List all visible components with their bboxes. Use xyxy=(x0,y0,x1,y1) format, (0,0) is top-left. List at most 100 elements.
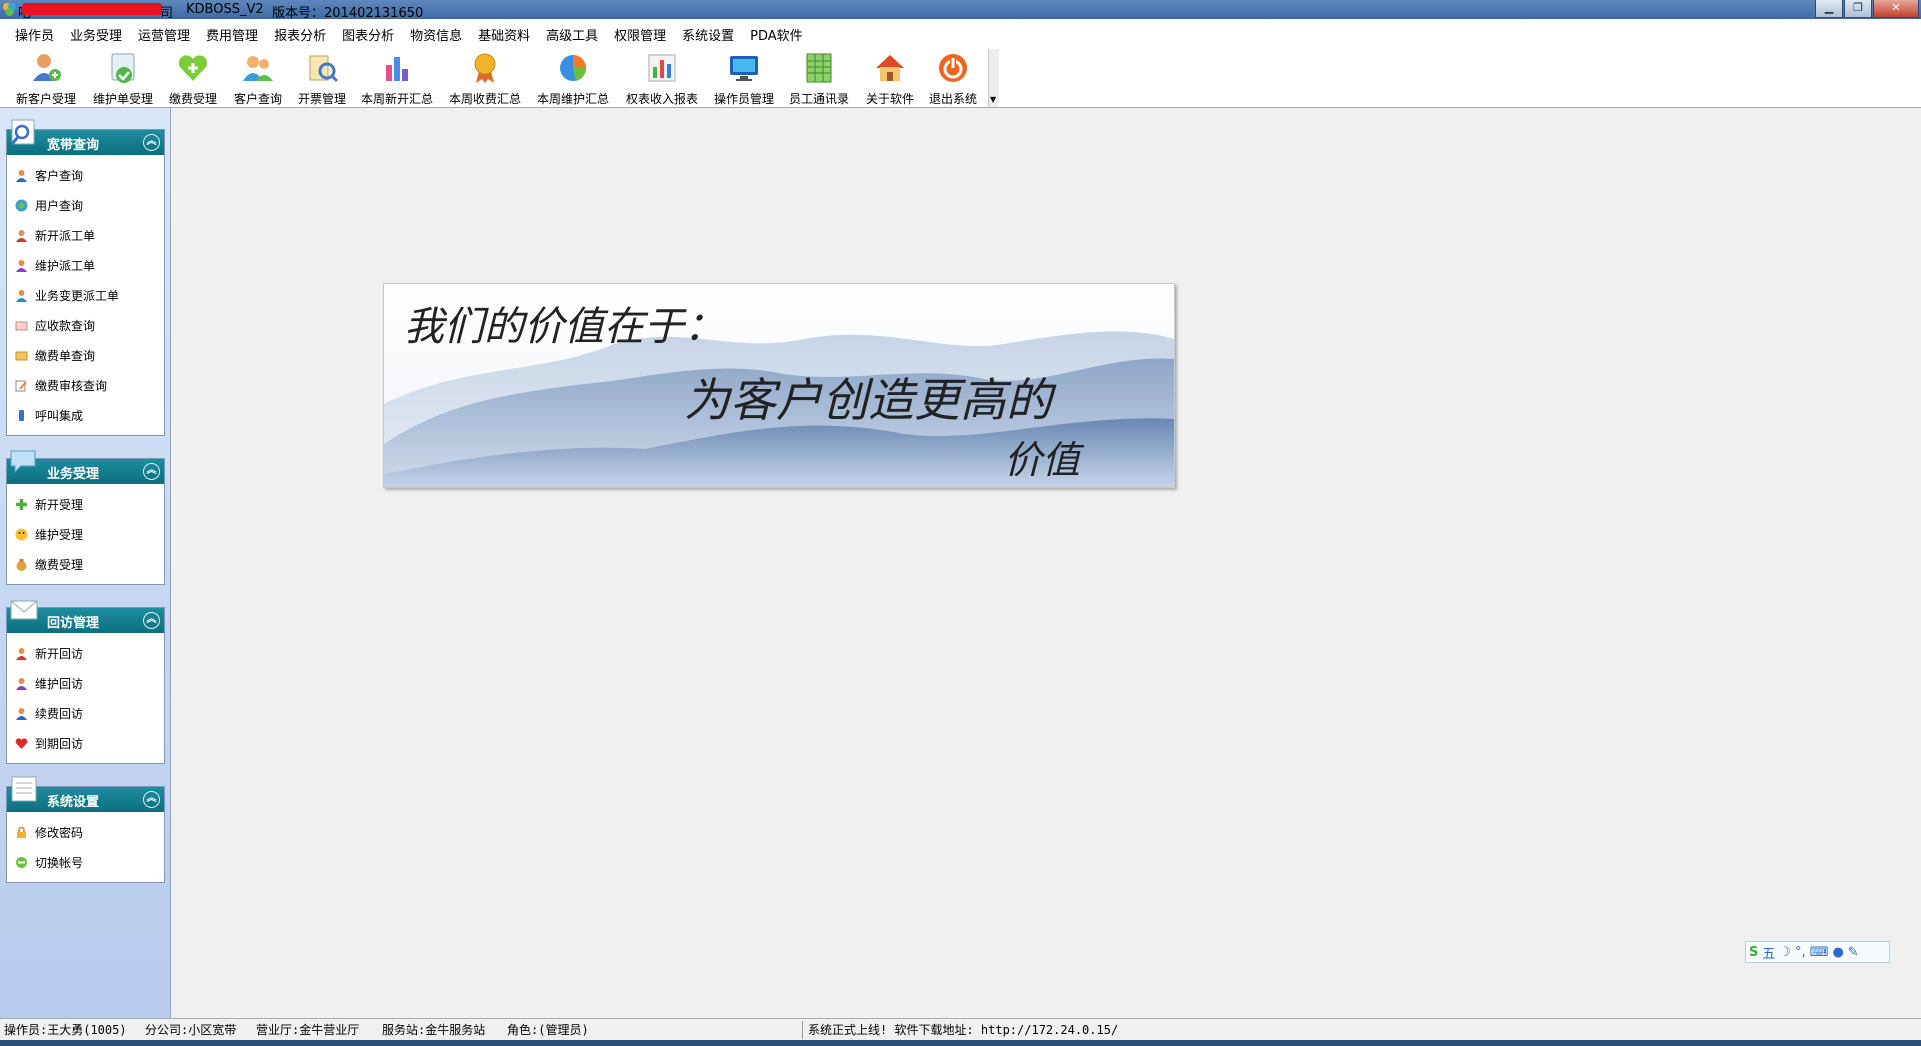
toolbar-staff-directory-button[interactable]: 员工通讯录 xyxy=(789,51,849,107)
menu-reports[interactable]: 报表分析 xyxy=(274,25,326,44)
ime-toolbar[interactable]: S 五 ☽ °, ⌨ ● ✎ xyxy=(1745,941,1890,963)
sidebar-item-maintenance-callback[interactable]: 维护回访 xyxy=(7,669,164,699)
menu-charts[interactable]: 图表分析 xyxy=(342,25,394,44)
sidebar-item-switch-account[interactable]: 切换帐号 xyxy=(7,848,164,878)
pie-chart-icon xyxy=(560,55,587,81)
moon-icon[interactable]: ☽ xyxy=(1779,945,1791,960)
sidebar-item-payment-slip-query[interactable]: 缴费单查询 xyxy=(7,341,164,371)
collapse-icon[interactable]: ︽ xyxy=(143,463,160,480)
toolbar-label: 新客户受理 xyxy=(16,92,77,106)
toolbar-income-report-button[interactable]: 权表收入报表 xyxy=(626,51,698,107)
menu-operator[interactable]: 操作员 xyxy=(15,25,54,44)
toolbar-invoice-button[interactable]: 开票管理 xyxy=(298,51,346,107)
maximize-button[interactable]: ❐ xyxy=(1844,0,1872,18)
toolbar-weekly-fee-summary-button[interactable]: 本周收费汇总 xyxy=(449,51,521,107)
group-header[interactable]: 系统设置 ︽ xyxy=(7,776,164,812)
sidebar-item-customer-query[interactable]: 客户查询 xyxy=(7,161,164,191)
redacted-company-name xyxy=(22,3,162,15)
toolbar-customer-query-button[interactable]: 客户查询 xyxy=(234,51,282,107)
menu-fees[interactable]: 费用管理 xyxy=(206,25,258,44)
toolbar-weekly-maintenance-summary-button[interactable]: 本周维护汇总 xyxy=(537,51,609,107)
sidebar-item-maintenance-dispatch[interactable]: 维护派工单 xyxy=(7,251,164,281)
title-bar: 吧 司 KDBOSS_V2 版本号：201402131650 ▁ ❐ ✕ xyxy=(0,0,1921,21)
coins-icon xyxy=(15,351,28,361)
globe-user-icon xyxy=(15,199,28,212)
power-icon xyxy=(939,54,967,82)
toolbar-overflow-arrow-icon[interactable]: ▼ xyxy=(990,95,996,104)
toolbar-operator-management-button[interactable]: 操作员管理 xyxy=(714,51,774,107)
toolbar-label: 本周维护汇总 xyxy=(537,92,610,106)
group-header[interactable]: 回访管理 ︽ xyxy=(7,600,164,633)
menu-business[interactable]: 业务受理 xyxy=(70,25,122,44)
smiley-icon xyxy=(15,528,28,541)
toolbar-label: 员工通讯录 xyxy=(789,92,850,106)
toolbar-label: 开票管理 xyxy=(298,92,347,106)
user-icon xyxy=(16,170,27,182)
group-title: 业务受理 xyxy=(47,467,100,482)
toolbar-label: 本周收费汇总 xyxy=(449,92,522,106)
status-bar: 操作员:王大勇(1005) 分公司:小区宽带 营业厅:金牛营业厅 服务站:金牛服… xyxy=(0,1018,1921,1041)
sidebar-item-payment-acceptance[interactable]: 缴费受理 xyxy=(7,550,164,580)
sidebar-group-business: 业务受理 ︽ 新开受理 维护受理 缴费受理 xyxy=(6,450,165,585)
sogou-s-icon[interactable]: S xyxy=(1749,945,1758,960)
menu-basic-data[interactable]: 基础资料 xyxy=(478,25,530,44)
sidebar-item-new-dispatch[interactable]: 新开派工单 xyxy=(7,221,164,251)
toolbar-payment-button[interactable]: 缴费受理 xyxy=(169,51,217,107)
group-title: 宽带查询 xyxy=(47,138,100,153)
sidebar-item-new-callback[interactable]: 新开回访 xyxy=(7,639,164,669)
sidebar-item-change-dispatch[interactable]: 业务变更派工单 xyxy=(7,281,164,311)
sidebar-item-maintenance-acceptance[interactable]: 维护受理 xyxy=(7,520,164,550)
collapse-icon[interactable]: ︽ xyxy=(143,134,160,151)
menu-advanced-tools[interactable]: 高级工具 xyxy=(546,25,598,44)
user-add-icon xyxy=(33,54,61,81)
sidebar-item-payment-audit-query[interactable]: 缴费审核查询 xyxy=(7,371,164,401)
sidebar-item-change-password[interactable]: 修改密码 xyxy=(7,818,164,848)
punctuation-icon[interactable]: °, xyxy=(1795,945,1806,960)
minimize-button[interactable]: ▁ xyxy=(1815,0,1843,18)
user-icon xyxy=(16,648,27,660)
collapse-icon[interactable]: ︽ xyxy=(143,791,160,808)
sidebar-item-user-query[interactable]: 用户查询 xyxy=(7,191,164,221)
toolbar-maintenance-order-button[interactable]: 维护单受理 xyxy=(93,51,153,107)
group-header[interactable]: 业务受理 ︽ xyxy=(7,450,164,484)
sidebar-item-new-acceptance[interactable]: 新开受理 xyxy=(7,490,164,520)
user-icon xyxy=(16,290,27,302)
toolbar-weekly-new-summary-button[interactable]: 本周新开汇总 xyxy=(361,51,433,107)
keyboard-icon[interactable]: ⌨ xyxy=(1810,945,1829,960)
toolbar-label: 退出系统 xyxy=(929,92,978,106)
sidebar-item-receivables-query[interactable]: 应收款查询 xyxy=(7,311,164,341)
wrench-icon[interactable]: ✎ xyxy=(1848,945,1859,960)
menu-operations[interactable]: 运营管理 xyxy=(138,25,190,44)
group-title: 系统设置 xyxy=(47,795,100,810)
user-icon xyxy=(16,230,27,242)
menu-materials[interactable]: 物资信息 xyxy=(410,25,462,44)
search-icon xyxy=(10,119,35,145)
group-header[interactable]: 宽带查询 ︽ xyxy=(7,119,164,155)
toolbar-label: 权表收入报表 xyxy=(626,92,699,106)
toolbar-exit-button[interactable]: 退出系统 xyxy=(929,51,977,107)
slogan-line-2: 为客户创造更高的 xyxy=(684,373,1052,427)
status-station: 服务站:金牛服务站 xyxy=(382,1023,486,1037)
menu-permissions[interactable]: 权限管理 xyxy=(614,25,666,44)
menu-system-settings[interactable]: 系统设置 xyxy=(682,25,734,44)
heart-plus-icon xyxy=(178,55,208,81)
menu-pda[interactable]: PDA软件 xyxy=(750,25,803,44)
slogan-line-1: 我们的价值在于： xyxy=(404,304,724,350)
sidebar: 宽带查询 ︽ 客户查询 用户查询 新开派工单 维护派工单 业务变更派工单 应收款… xyxy=(0,108,171,1018)
toolbar-about-button[interactable]: 关于软件 xyxy=(866,51,914,107)
status-hall: 营业厅:金牛营业厅 xyxy=(256,1023,360,1037)
card-icon xyxy=(15,321,28,331)
sidebar-item-renewal-callback[interactable]: 续费回访 xyxy=(7,699,164,729)
app-logo-icon xyxy=(3,3,16,16)
toolbar-label: 缴费受理 xyxy=(169,92,218,106)
toolbar-new-customer-button[interactable]: 新客户受理 xyxy=(16,51,76,107)
award-icon xyxy=(474,53,496,83)
collapse-icon[interactable]: ︽ xyxy=(143,612,160,629)
sidebar-item-call-integration[interactable]: 呼叫集成 xyxy=(7,401,164,431)
close-button[interactable]: ✕ xyxy=(1873,0,1919,18)
sidebar-item-expiry-callback[interactable]: 到期回访 xyxy=(7,729,164,759)
ime-mode-label[interactable]: 五 xyxy=(1762,943,1775,962)
slogan-banner: 我们的价值在于： 为客户创造更高的 价值 xyxy=(383,283,1175,488)
user-icon[interactable]: ● xyxy=(1832,945,1843,960)
home-icon xyxy=(876,55,904,81)
